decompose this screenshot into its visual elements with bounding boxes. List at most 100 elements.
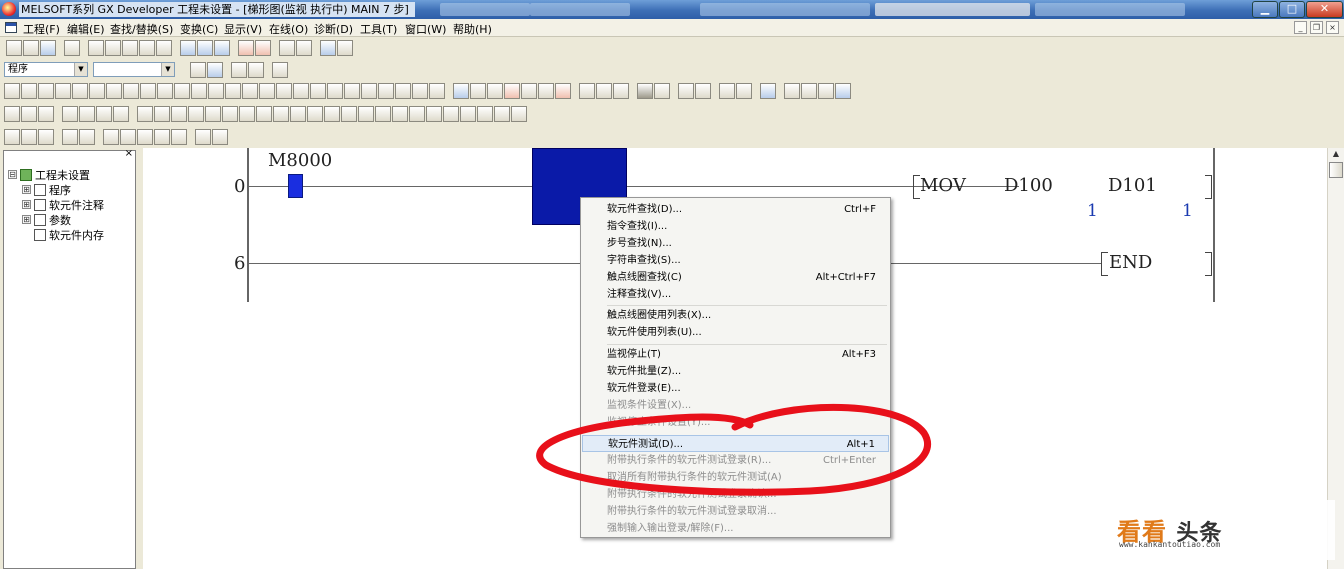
- find-instruction-icon[interactable]: [197, 40, 213, 56]
- print-icon[interactable]: [64, 40, 80, 56]
- menu-online[interactable]: 在线(O): [269, 21, 308, 37]
- menu-item-comment-search[interactable]: 注释查找(V)...: [582, 286, 889, 303]
- find-contact-icon[interactable]: [214, 40, 230, 56]
- note-icon[interactable]: [487, 83, 503, 99]
- write-mode-icon[interactable]: [248, 62, 264, 78]
- maximize-button[interactable]: □: [1279, 1, 1305, 18]
- pulse-closed-branch-icon[interactable]: [259, 83, 275, 99]
- menu-item-contact-coil-list[interactable]: 触点线圈使用列表(X)...: [582, 307, 889, 324]
- function-icon[interactable]: [494, 106, 510, 122]
- block-icon[interactable]: [719, 83, 735, 99]
- function-icon[interactable]: [21, 106, 37, 122]
- function-icon[interactable]: [188, 106, 204, 122]
- function-icon[interactable]: [341, 106, 357, 122]
- program-select[interactable]: 程序 ▼: [4, 62, 88, 77]
- list-mode-icon[interactable]: [190, 62, 206, 78]
- function-icon[interactable]: [205, 106, 221, 122]
- menu-item-forced-io[interactable]: 强制输入输出登录/解除(F)...: [582, 520, 889, 537]
- menu-convert[interactable]: 变换(C): [180, 21, 218, 37]
- comment-display-icon[interactable]: [453, 83, 469, 99]
- line-draw-icon[interactable]: [395, 83, 411, 99]
- device-list-icon[interactable]: [79, 129, 95, 145]
- delete-horizontal-icon[interactable]: [140, 83, 156, 99]
- vertical-line-icon[interactable]: [123, 83, 139, 99]
- timer-monitor-icon[interactable]: [171, 129, 187, 145]
- menu-item-string-search[interactable]: 字符串查找(S)...: [582, 252, 889, 269]
- pulse-closed-icon[interactable]: [242, 83, 258, 99]
- expand-icon[interactable]: ⊞: [22, 185, 31, 194]
- rising-pulse-icon[interactable]: [174, 83, 190, 99]
- collapse-icon[interactable]: ⊟: [8, 170, 17, 179]
- function-icon[interactable]: [137, 106, 153, 122]
- function-icon[interactable]: [96, 106, 112, 122]
- function-icon[interactable]: [409, 106, 425, 122]
- symbol-icon[interactable]: [429, 83, 445, 99]
- function-icon[interactable]: [79, 106, 95, 122]
- list-monitor-icon[interactable]: [154, 129, 170, 145]
- function-icon[interactable]: [443, 106, 459, 122]
- mdi-close-button[interactable]: ×: [1326, 21, 1339, 34]
- closed-contact-icon[interactable]: [38, 83, 54, 99]
- sfc-icon[interactable]: [678, 83, 694, 99]
- copy-icon[interactable]: [105, 40, 121, 56]
- monitor-start-icon[interactable]: [279, 40, 295, 56]
- chevron-down-icon[interactable]: ▼: [161, 63, 174, 76]
- split-view-icon[interactable]: [784, 83, 800, 99]
- minimize-button[interactable]: ▁: [1252, 1, 1278, 18]
- function-icon[interactable]: [239, 106, 255, 122]
- batch-icon[interactable]: [579, 83, 595, 99]
- horizontal-line-icon[interactable]: [106, 83, 122, 99]
- write-plc-icon[interactable]: [238, 40, 254, 56]
- function-icon[interactable]: [62, 106, 78, 122]
- zoom-icon[interactable]: [654, 83, 670, 99]
- falling-branch-icon[interactable]: [225, 83, 241, 99]
- buffer-monitor-icon[interactable]: [137, 129, 153, 145]
- menu-help[interactable]: 帮助(H): [453, 21, 492, 37]
- function-icon[interactable]: [113, 106, 129, 122]
- function-icon[interactable]: [222, 106, 238, 122]
- find-device-icon[interactable]: [180, 40, 196, 56]
- monitor-stop-icon[interactable]: [296, 40, 312, 56]
- menu-diagnostics[interactable]: 诊断(D): [314, 21, 353, 37]
- monitor-icon[interactable]: [504, 83, 520, 99]
- application-instruction-icon[interactable]: [89, 83, 105, 99]
- menu-item-conditional-test-cancel[interactable]: 附带执行条件的软元件测试登录取消...: [582, 503, 889, 520]
- expand-icon[interactable]: ⊞: [22, 200, 31, 209]
- function-icon[interactable]: [324, 106, 340, 122]
- menu-item-instruction-search[interactable]: 指令查找(I)...: [582, 218, 889, 235]
- function-icon[interactable]: [375, 106, 391, 122]
- ladder-mode-icon[interactable]: [207, 62, 223, 78]
- function-icon[interactable]: [4, 106, 20, 122]
- menu-edit[interactable]: 编辑(E): [67, 21, 105, 37]
- menu-window[interactable]: 窗口(W): [405, 21, 446, 37]
- menu-item-device-batch[interactable]: 软元件批量(Z)...: [582, 363, 889, 380]
- function-icon[interactable]: [477, 106, 493, 122]
- open-contact-icon[interactable]: [4, 83, 20, 99]
- save-icon[interactable]: [40, 40, 56, 56]
- operation-result-icon[interactable]: [344, 83, 360, 99]
- undo-icon[interactable]: [139, 40, 155, 56]
- app-icon[interactable]: [2, 2, 16, 16]
- function-icon[interactable]: [256, 106, 272, 122]
- cross-reference-icon[interactable]: [62, 129, 78, 145]
- window-icon[interactable]: [835, 83, 851, 99]
- contact-m8000[interactable]: [288, 174, 303, 198]
- help-icon[interactable]: [337, 40, 353, 56]
- print-preview-icon[interactable]: [195, 129, 211, 145]
- menu-item-monitor-stop[interactable]: 监视停止(T) Alt+F3: [582, 346, 889, 363]
- find-prev-icon[interactable]: [38, 129, 54, 145]
- menu-item-device-search[interactable]: 软元件查找(D)... Ctrl+F: [582, 201, 889, 218]
- function-icon[interactable]: [171, 106, 187, 122]
- menu-item-step-search[interactable]: 步号查找(N)...: [582, 235, 889, 252]
- diagnostics-icon[interactable]: [320, 40, 336, 56]
- expand-icon[interactable]: ⊞: [22, 215, 31, 224]
- test-icon[interactable]: [538, 83, 554, 99]
- mdi-minimize-button[interactable]: _: [1294, 21, 1307, 34]
- search-icon[interactable]: [760, 83, 776, 99]
- scroll-up-icon[interactable]: ▲: [1328, 148, 1344, 160]
- read-plc-icon[interactable]: [255, 40, 271, 56]
- comment-icon[interactable]: [272, 62, 288, 78]
- function-icon[interactable]: [511, 106, 527, 122]
- close-button[interactable]: ✕: [1306, 1, 1343, 18]
- delete-vertical-icon[interactable]: [157, 83, 173, 99]
